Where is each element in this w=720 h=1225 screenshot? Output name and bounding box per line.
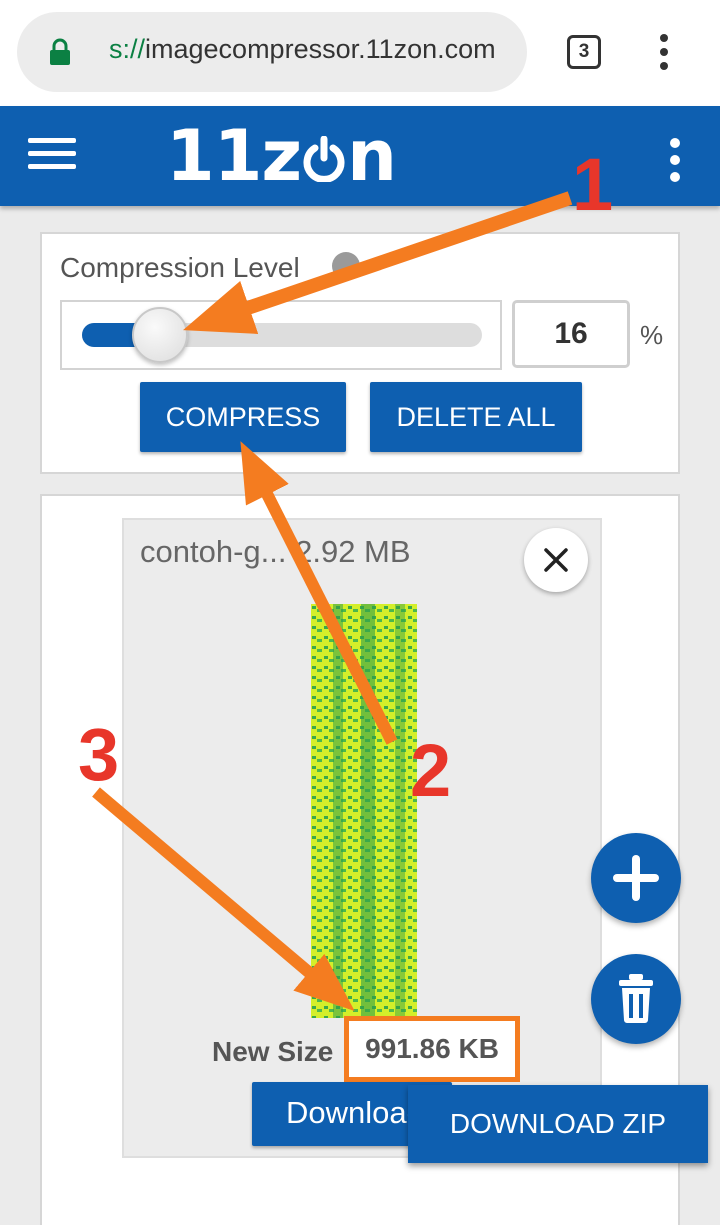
hamburger-menu-icon[interactable] (28, 138, 76, 174)
file-name: contoh-g... 2.92 MB (140, 534, 411, 569)
help-icon[interactable] (332, 252, 360, 280)
compression-panel: Compression Level 16 % COMPRESS DELETE A… (40, 232, 680, 474)
trash-button[interactable] (591, 954, 681, 1044)
site-menu-icon[interactable] (664, 136, 686, 184)
url-host: imagecompressor.11zon.com (145, 34, 496, 64)
lock-icon (50, 38, 70, 65)
annotation-number-1: 1 (572, 143, 614, 226)
download-zip-button[interactable]: DOWNLOAD ZIP (408, 1085, 708, 1163)
delete-all-button[interactable]: DELETE ALL (370, 382, 582, 452)
close-icon (544, 548, 568, 572)
browser-menu-icon[interactable] (652, 32, 676, 72)
compression-level-label: Compression Level (60, 252, 300, 283)
address-bar[interactable]: s://imagecompressor.11zon.com (17, 12, 527, 92)
compress-button[interactable]: COMPRESS (140, 382, 346, 452)
annotation-number-3: 3 (78, 713, 120, 796)
compression-slider[interactable] (82, 307, 482, 363)
plus-icon (613, 855, 659, 901)
logo-text: 11z (166, 115, 302, 197)
site-logo[interactable]: 11z n (166, 115, 397, 197)
image-thumbnail (311, 604, 417, 1018)
browser-toolbar: s://imagecompressor.11zon.com 3 (0, 0, 720, 106)
annotation-number-2: 2 (410, 729, 452, 812)
add-file-button[interactable] (591, 833, 681, 923)
remove-file-button[interactable] (524, 528, 588, 592)
compression-level-input[interactable]: 16 (512, 300, 630, 368)
url-scheme: s:// (109, 34, 146, 64)
new-size-value: 991.86 KB (344, 1016, 520, 1082)
logo-tail: n (347, 115, 397, 197)
compression-slider-box (60, 300, 502, 370)
slider-thumb[interactable] (131, 307, 188, 363)
tab-switcher-button[interactable]: 3 (567, 35, 601, 69)
new-size-label: New Size (212, 1036, 334, 1067)
trash-icon (619, 974, 653, 1023)
percent-unit: % (640, 320, 664, 350)
file-card: contoh-g... 2.92 MB New Size 991.86 KB D… (122, 518, 602, 1158)
url-text: s://imagecompressor.11zon.com (109, 34, 496, 65)
power-icon (303, 136, 345, 182)
original-size: 2.92 MB (295, 534, 411, 569)
